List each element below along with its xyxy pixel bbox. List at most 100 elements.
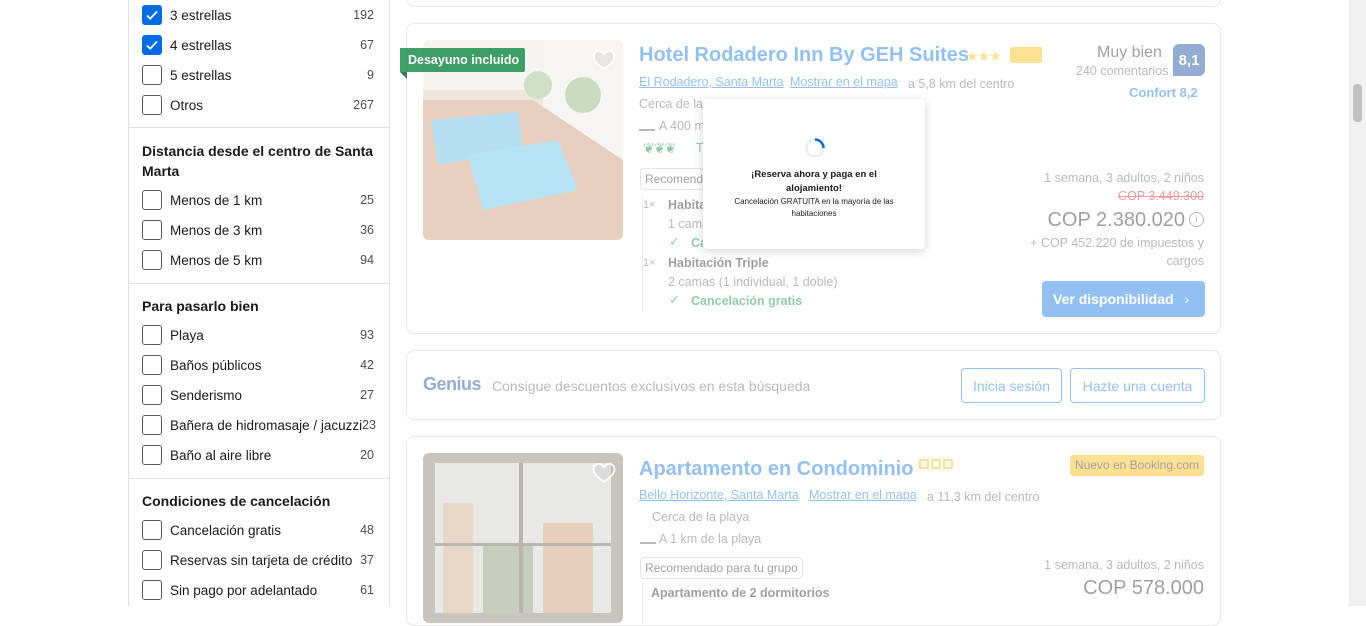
beach-icon (640, 530, 656, 544)
filters-sidebar: 3 estrellas 192 4 estrellas 67 5 estrell… (128, 0, 390, 606)
filter-label: Playa (170, 327, 204, 343)
star-rating-icon: ★★★ (966, 48, 1002, 64)
filter-label: Senderismo (170, 387, 243, 403)
checkbox[interactable] (142, 355, 162, 375)
property-title[interactable]: Apartamento en Condominio (639, 458, 913, 481)
current-price: COP 578.000 (1083, 577, 1204, 599)
checkbox[interactable] (142, 580, 162, 600)
distance-text: a 11,3 km del centro (927, 490, 1040, 504)
filter-public-baths[interactable]: Baños públicos 42 (142, 354, 374, 376)
checkbox[interactable] (142, 520, 162, 540)
checkbox[interactable] (142, 220, 162, 240)
filter-count: 192 (353, 8, 374, 22)
review-score-badge[interactable]: 8,1 (1173, 44, 1205, 76)
filter-count: 42 (360, 358, 374, 372)
filter-label: Menos de 3 km (170, 222, 263, 238)
filter-count: 27 (360, 388, 374, 402)
info-icon[interactable]: i (1189, 212, 1204, 227)
property-card: Apartamento en Condominio Nuevo en Booki… (406, 436, 1221, 626)
taxes-text-cont: cargos (1166, 254, 1204, 268)
see-availability-button[interactable]: Ver disponibilidad › (1042, 281, 1205, 317)
filter-other-stars[interactable]: Otros 267 (142, 94, 374, 116)
near-beach-text: Cerca de la playa (639, 97, 703, 111)
unit-name: Apartamento de 2 dormitorios (651, 586, 830, 600)
new-on-booking-badge: Nuevo en Booking.com (1069, 455, 1204, 476)
original-price: COP 3.449.300 (1118, 189, 1204, 203)
checkbox[interactable] (142, 445, 162, 465)
room-qty: 1× (643, 257, 656, 269)
filter-group-title: Distancia desde el centro de Santa Marta (142, 143, 374, 179)
loading-spinner-icon (805, 138, 825, 158)
checkbox[interactable] (142, 35, 162, 55)
sustainability-leaf-icon: ❦❦❦ (643, 140, 676, 156)
heart-icon[interactable] (591, 459, 617, 485)
genius-banner: Genius Consigue descuentos exclusivos en… (406, 350, 1221, 420)
filter-count: 20 (360, 448, 374, 462)
check-icon: ✓ (669, 234, 680, 249)
checkbox[interactable] (142, 325, 162, 345)
filter-hiking[interactable]: Senderismo 27 (142, 384, 374, 406)
sign-in-button[interactable]: Inicia sesión (961, 368, 1062, 403)
filter-count: 93 (360, 328, 374, 342)
filter-count: 9 (367, 68, 374, 82)
filter-no-credit-card[interactable]: Reservas sin tarjeta de crédito 37 (142, 549, 374, 571)
checkbox[interactable] (142, 385, 162, 405)
review-count[interactable]: 240 comentarios (1076, 64, 1168, 78)
recommended-tag: Recomendado para tu grupo (640, 168, 704, 190)
filter-distance-3km[interactable]: Menos de 3 km 36 (142, 219, 374, 241)
create-account-button[interactable]: Hazte una cuenta (1070, 368, 1205, 403)
room-name: Habitación Triple (668, 256, 769, 270)
genius-banner-faded: Genius Consigue descuentos exclusivos en… (407, 351, 1220, 419)
filter-no-prepayment[interactable]: Sin pago por adelantado 61 (142, 579, 374, 601)
recommended-tag: Recomendado para tu grupo (640, 557, 803, 579)
property-title[interactable]: Hotel Rodadero Inn By GEH Suites (639, 44, 969, 67)
genius-text: Consigue descuentos exclusivos en esta b… (492, 378, 811, 394)
apartment-rating-icon (919, 459, 953, 469)
checkbox[interactable] (142, 190, 162, 210)
loading-popup: ¡Reserva ahora y paga en el alojamiento!… (703, 99, 925, 249)
filter-free-cancellation[interactable]: Cancelación gratis 48 (142, 519, 374, 541)
room-divider (642, 583, 643, 623)
checkbox[interactable] (142, 415, 162, 435)
stay-details: 1 semana, 3 adultos, 2 niños (1044, 171, 1204, 185)
heart-icon[interactable] (591, 46, 617, 72)
filter-label: Baños públicos (170, 357, 262, 373)
checkbox[interactable] (142, 95, 162, 115)
filter-label: Bañera de hidromasaje / jacuzzi (170, 417, 363, 433)
filter-count: 61 (360, 583, 374, 597)
room-beds: 1 cama doble (668, 217, 704, 231)
checkbox[interactable] (142, 250, 162, 270)
filter-label: Baño al aire libre (170, 447, 272, 463)
filter-5-stars[interactable]: 5 estrellas 9 (142, 64, 374, 86)
filter-hot-tub[interactable]: Bañera de hidromasaje / jacuzzi 23 (142, 414, 376, 436)
checkbox[interactable] (142, 550, 162, 570)
filter-4-stars[interactable]: 4 estrellas 67 (142, 34, 374, 56)
rating-word: Muy bien (1097, 44, 1162, 61)
distance-text: a 5,8 km del centro (908, 77, 1015, 91)
show-on-map-link[interactable]: Mostrar en el mapa (809, 488, 917, 502)
checkbox[interactable] (142, 65, 162, 85)
page-scrollbar[interactable] (1349, 0, 1366, 606)
checkbox[interactable] (142, 5, 162, 25)
filter-outdoor-bath[interactable]: Baño al aire libre 20 (142, 444, 374, 466)
show-on-map-link[interactable]: Mostrar en el mapa (790, 75, 898, 89)
chevron-right-icon: › (1184, 291, 1189, 307)
button-label: Ver disponibilidad (1053, 291, 1174, 307)
location-link[interactable]: El Rodadero, Santa Marta (639, 75, 784, 89)
filter-distance-1km[interactable]: Menos de 1 km 25 (142, 189, 374, 211)
room-cancellation: Cancelación gratis (691, 294, 803, 308)
filter-count: 25 (360, 193, 374, 207)
scrollbar-thumb[interactable] (1353, 84, 1362, 122)
filter-beach[interactable]: Playa 93 (142, 324, 374, 346)
beach-icon (639, 117, 655, 131)
filter-label: 5 estrellas (170, 67, 232, 83)
filter-label: 3 estrellas (170, 7, 232, 23)
popup-title: ¡Reserva ahora y paga en el alojamiento! (751, 169, 877, 194)
filter-label: 4 estrellas (170, 37, 232, 53)
filter-3-stars[interactable]: 3 estrellas 192 (142, 4, 374, 26)
filter-count: 94 (360, 253, 374, 267)
beach-distance-text: A 1 km de la playa (659, 532, 762, 546)
location-link[interactable]: Bello Horizonte, Santa Marta (639, 488, 799, 502)
filter-distance-5km[interactable]: Menos de 5 km 94 (142, 249, 374, 271)
filter-label: Reservas sin tarjeta de crédito (170, 552, 353, 568)
